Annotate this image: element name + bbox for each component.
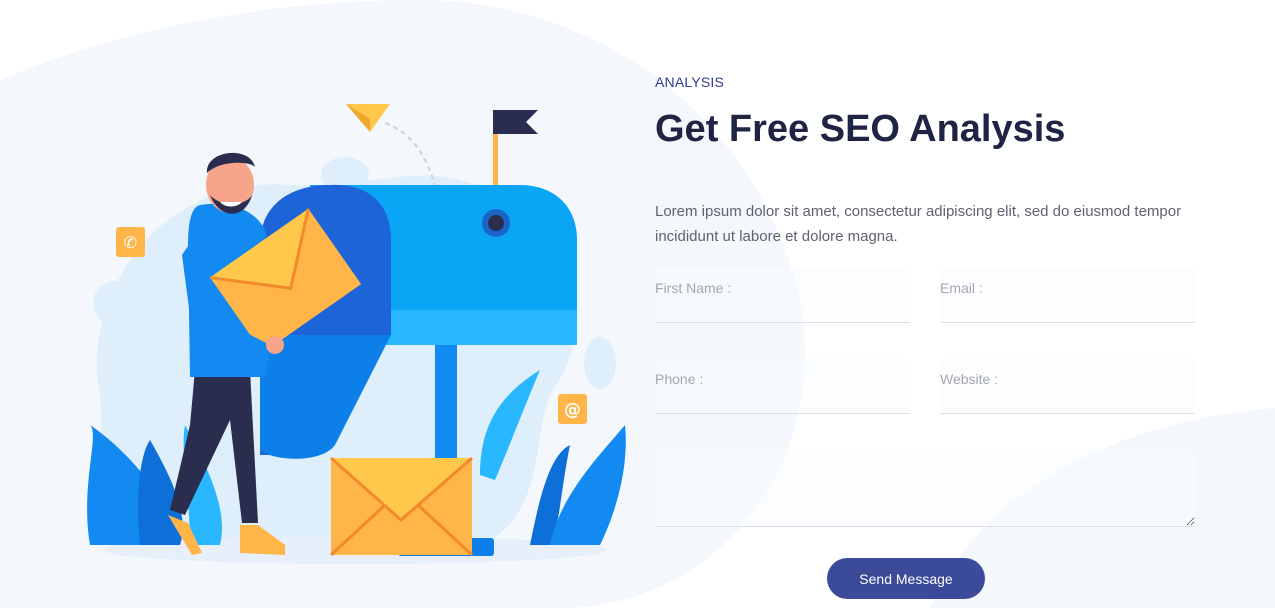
svg-text:✆: ✆ — [124, 233, 137, 252]
first-name-input[interactable] — [655, 268, 910, 322]
section-description: Lorem ipsum dolor sit amet, consectetur … — [655, 203, 1182, 245]
website-input[interactable] — [940, 359, 1195, 413]
phone-field — [655, 359, 910, 414]
website-field — [940, 359, 1195, 414]
svg-text:@: @ — [564, 400, 581, 420]
section-title: Get Free SEO Analysis — [655, 108, 1066, 150]
section-eyebrow: ANALYSIS — [655, 74, 725, 90]
phone-icon: ✆ — [116, 227, 145, 257]
message-textarea[interactable] — [655, 449, 1195, 527]
mailbox-illustration: ✆ @ — [87, 104, 626, 564]
at-icon: @ — [558, 394, 587, 424]
email-field — [940, 268, 1195, 323]
send-message-button[interactable]: Send Message — [827, 558, 985, 599]
envelope-icon — [329, 456, 474, 557]
seo-form-section: ANALYSIS Get Free SEO Analysis Lorem ips… — [655, 0, 1215, 608]
first-name-field — [655, 268, 910, 323]
phone-input[interactable] — [655, 359, 910, 413]
email-input[interactable] — [940, 268, 1195, 322]
